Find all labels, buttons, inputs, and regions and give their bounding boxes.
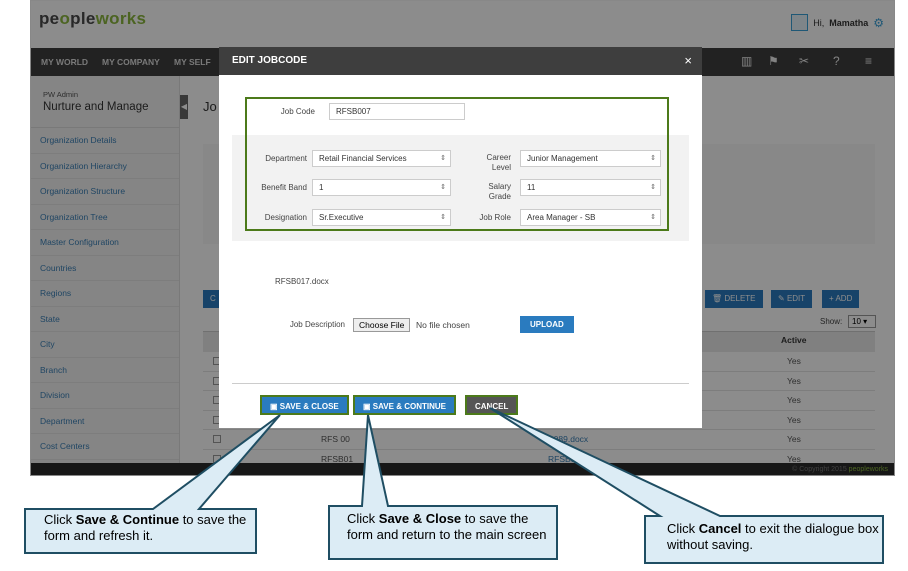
callout-save-close: Click Save & Close to save the form and … xyxy=(347,511,552,556)
callout-text: Click xyxy=(347,511,379,526)
callout-save-continue: Click Save & Continue to save the form a… xyxy=(44,512,249,548)
callout-text: Click xyxy=(667,521,699,536)
callout-text: Click xyxy=(44,512,76,527)
callout-cancel: Click Cancel to exit the dialogue box wi… xyxy=(667,521,879,557)
callout-shapes xyxy=(24,407,884,564)
callout-bold: Cancel xyxy=(698,521,742,536)
stage: peopleworks Hi, Mamatha ⚙ MY WORLD MY CO… xyxy=(0,0,908,571)
callout-bold: Save & Close xyxy=(378,511,462,526)
callout-bold: Save & Continue xyxy=(75,512,180,527)
